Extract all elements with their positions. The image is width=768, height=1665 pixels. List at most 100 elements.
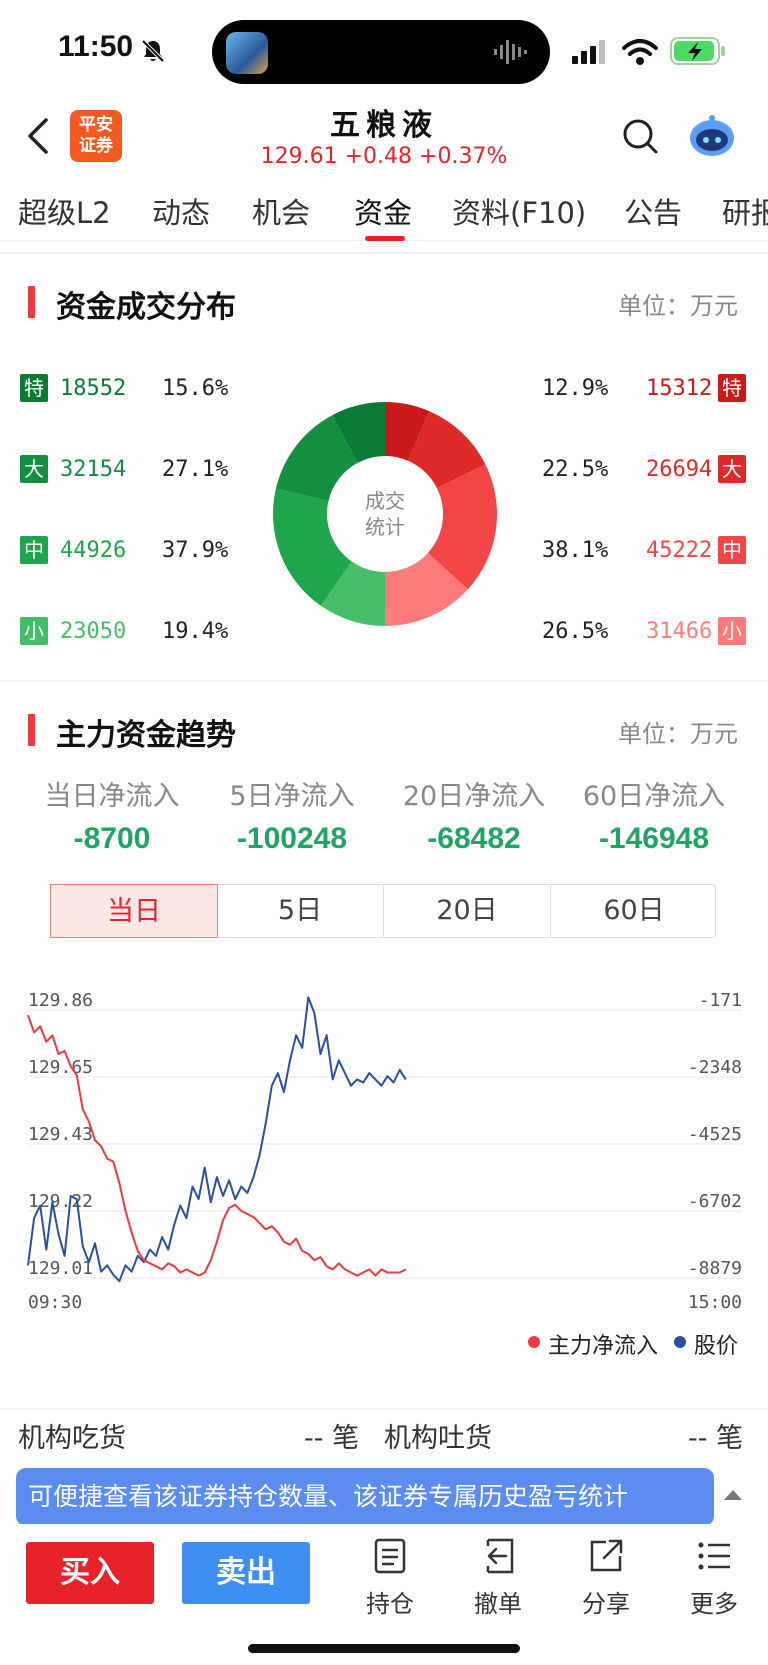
cancel-order-button[interactable]: 撤单 xyxy=(458,1536,538,1619)
net-flow-value-20d: -68482 xyxy=(427,822,521,855)
inflow-medium-badge: 中 xyxy=(718,536,746,564)
outflow-medium-badge: 中 xyxy=(20,536,48,564)
institution-row: 机构吃货 -- 笔 机构吐货 -- 笔 xyxy=(0,1412,768,1462)
now-playing-app-icon xyxy=(226,32,268,74)
section-marker xyxy=(28,286,35,318)
main-fund-trend-chart: 129.86129.65129.43129.22129.01-171-2348-… xyxy=(27,990,742,1313)
section-marker xyxy=(28,714,35,746)
net-flow-value-60d: -146948 xyxy=(598,822,710,855)
legend-label-net-inflow: 主力净流入 xyxy=(548,1334,659,1359)
segment-60d[interactable]: 60日 xyxy=(551,885,717,937)
y-left-tick: 129.01 xyxy=(28,1258,93,1279)
y-left-tick: 129.86 xyxy=(28,990,93,1011)
inflow-medium-pct: 38.1% xyxy=(542,538,609,563)
institution-eat-value: -- 笔 xyxy=(304,1423,360,1454)
tab-bar: 超级L2 动态 机会 资金 资料(F10) 公告 研报 xyxy=(0,172,768,241)
outflow-super-value: 18552 xyxy=(60,376,127,401)
holdings-button[interactable]: 持仓 xyxy=(350,1536,430,1619)
outflow-large-badge: 大 xyxy=(20,455,48,483)
broker-logo[interactable]: 平安 证券 xyxy=(70,110,122,162)
inflow-small-pct: 26.5% xyxy=(542,619,609,644)
outflow-large-pct: 27.1% xyxy=(162,457,229,482)
inflow-large-pct: 22.5% xyxy=(542,457,609,482)
inflow-large-badge: 大 xyxy=(718,455,746,483)
stock-name: 五粮液 xyxy=(330,108,438,143)
y-right-tick: -6702 xyxy=(688,1191,742,1212)
stock-price-change: 129.61 +0.48 +0.37% xyxy=(260,144,508,169)
tab-announcements[interactable]: 公告 xyxy=(624,190,682,232)
battery-charging-icon xyxy=(670,37,725,65)
donut-center-label: 成交 统计 xyxy=(345,488,425,540)
tab-dynamics[interactable]: 动态 xyxy=(152,190,210,232)
more-button[interactable]: 更多 xyxy=(674,1536,754,1619)
institution-eat-label: 机构吃货 xyxy=(18,1423,126,1454)
tab-f10[interactable]: 资料(F10) xyxy=(452,190,586,232)
sell-button[interactable]: 卖出 xyxy=(182,1542,310,1604)
outflow-medium-pct: 37.9% xyxy=(162,538,229,563)
net-flow-value-5d: -100248 xyxy=(236,822,348,855)
y-left-tick: 129.65 xyxy=(28,1057,93,1078)
search-icon[interactable] xyxy=(620,116,660,156)
inflow-small-badge: 小 xyxy=(718,617,746,645)
tab-funds[interactable]: 资金 xyxy=(354,190,412,232)
section-separator xyxy=(0,1408,768,1409)
net-flow-label-20d: 20日净流入 xyxy=(402,781,546,812)
inflow-super-badge: 特 xyxy=(718,374,746,402)
institution-spit-label: 机构吐货 xyxy=(384,1423,492,1454)
mute-bell-icon xyxy=(141,39,165,63)
inflow-super-value: 15312 xyxy=(646,376,713,401)
cellular-signal-icon xyxy=(572,40,605,64)
outflow-small-pct: 19.4% xyxy=(162,619,229,644)
institution-spit-value: -- 笔 xyxy=(688,1423,744,1454)
legend-dot-price xyxy=(674,1336,686,1348)
legend-dot-net-inflow xyxy=(528,1336,540,1348)
share-button[interactable]: 分享 xyxy=(566,1536,646,1619)
series-line-net-inflow xyxy=(27,1014,407,1277)
y-right-tick: -171 xyxy=(699,990,742,1011)
holdings-tip-toast[interactable]: 可便捷查看该证券持仓数量、该证券专属历史盈亏统计 xyxy=(16,1468,714,1526)
home-indicator xyxy=(248,1644,520,1653)
ai-robot-icon[interactable] xyxy=(686,110,738,162)
tab-super-l2[interactable]: 超级L2 xyxy=(18,190,111,232)
cancel-order-label: 撤单 xyxy=(474,1590,522,1618)
active-tab-indicator xyxy=(365,236,405,241)
buy-button[interactable]: 买入 xyxy=(26,1542,154,1604)
inflow-small-value: 31466 xyxy=(646,619,713,644)
logo-line1: 平安 xyxy=(79,115,113,135)
net-flow-label-5d: 5日净流入 xyxy=(229,781,355,812)
segment-today[interactable]: 当日 xyxy=(50,884,218,938)
segment-5d[interactable]: 5日 xyxy=(217,885,384,937)
inflow-super-pct: 12.9% xyxy=(542,376,609,401)
cancel-order-icon xyxy=(486,1538,514,1574)
back-chevron-icon[interactable] xyxy=(20,112,60,160)
outflow-large-value: 32154 xyxy=(60,457,127,482)
outflow-medium-value: 44926 xyxy=(60,538,127,563)
holdings-label: 持仓 xyxy=(366,1590,414,1618)
more-label: 更多 xyxy=(690,1590,738,1618)
tab-research[interactable]: 研报 xyxy=(722,190,768,232)
more-list-icon xyxy=(698,1542,730,1570)
x-tick-start: 09:30 xyxy=(28,1292,82,1313)
net-flow-label-today: 当日净流入 xyxy=(44,781,180,812)
audio-wave-icon xyxy=(494,40,527,64)
share-label: 分享 xyxy=(582,1590,630,1618)
x-tick-end: 15:00 xyxy=(688,1292,742,1313)
tab-opportunity[interactable]: 机会 xyxy=(252,190,310,232)
net-flow-label-60d: 60日净流入 xyxy=(582,781,726,812)
y-right-tick: -8879 xyxy=(688,1258,742,1279)
outflow-small-badge: 小 xyxy=(20,617,48,645)
distribution-title: 资金成交分布 xyxy=(56,290,236,325)
logo-line2: 证券 xyxy=(79,136,113,156)
collapse-up-icon[interactable] xyxy=(722,1486,744,1502)
outflow-small-value: 23050 xyxy=(60,619,127,644)
section-separator xyxy=(0,680,768,681)
legend-label-price: 股价 xyxy=(694,1334,739,1359)
holdings-icon xyxy=(374,1538,406,1574)
wifi-icon xyxy=(622,39,658,65)
trend-title: 主力资金趋势 xyxy=(56,718,236,753)
y-right-tick: -2348 xyxy=(688,1057,742,1078)
distribution-unit: 单位：万元 xyxy=(618,292,738,320)
share-icon xyxy=(590,1539,623,1572)
section-separator xyxy=(0,252,768,254)
segment-20d[interactable]: 20日 xyxy=(384,885,551,937)
